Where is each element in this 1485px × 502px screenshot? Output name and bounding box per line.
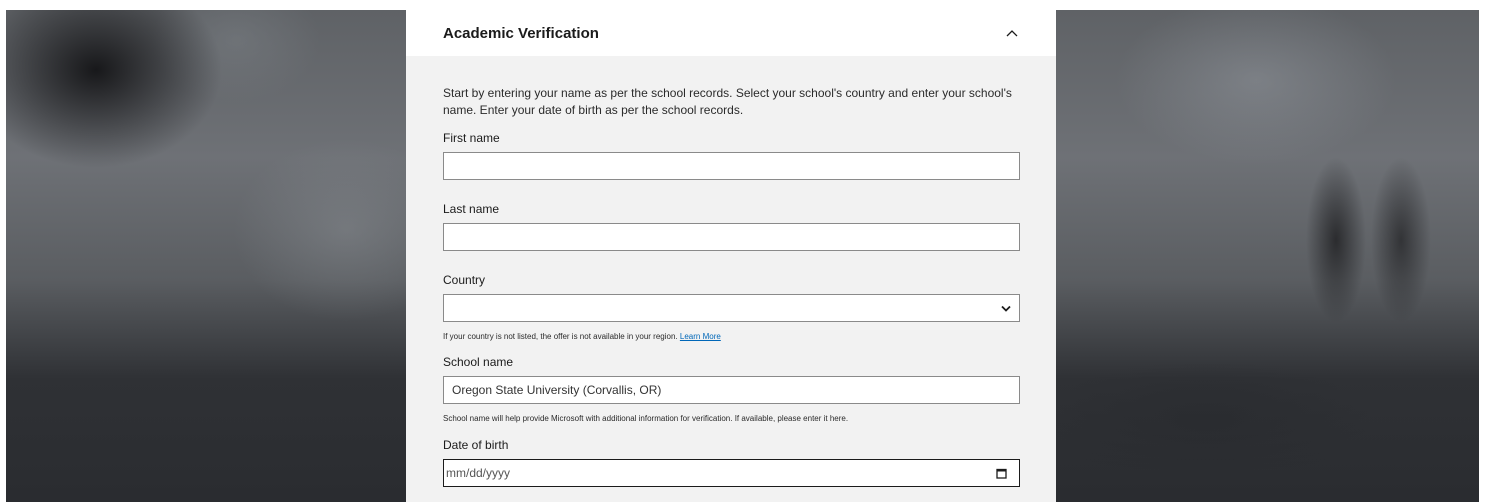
learn-more-link[interactable]: Learn More [680,332,721,341]
chevron-down-icon [1001,305,1011,312]
first-name-label: First name [443,131,500,145]
country-label: Country [443,273,486,287]
panel-title: Academic Verification [443,24,599,42]
date-of-birth-placeholder: mm/dd/yyyy [446,466,511,480]
collapse-button[interactable] [1002,23,1022,43]
panel-body: Start by entering your name as per the s… [406,56,1056,487]
panel-header[interactable]: Academic Verification [406,10,1056,56]
chevron-up-icon [1006,30,1018,37]
last-name-label: Last name [443,202,500,216]
school-name-help: School name will help provide Microsoft … [443,414,849,423]
academic-verification-panel: Academic Verification Start by entering … [406,10,1056,502]
country-select[interactable] [443,294,1020,322]
last-name-input[interactable] [443,223,1020,251]
calendar-icon[interactable] [996,468,1007,479]
school-name-value: Oregon State University (Corvallis, OR) [452,383,662,397]
date-of-birth-input[interactable]: mm/dd/yyyy [443,459,1020,487]
country-help-text: If your country is not listed, the offer… [443,332,678,341]
first-name-input[interactable] [443,152,1020,180]
school-name-label: School name [443,355,514,369]
school-name-input[interactable]: Oregon State University (Corvallis, OR) [443,376,1020,404]
country-help: If your country is not listed, the offer… [443,332,1019,341]
instructions-text: Start by entering your name as per the s… [443,86,1012,117]
date-of-birth-label: Date of birth [443,438,509,452]
